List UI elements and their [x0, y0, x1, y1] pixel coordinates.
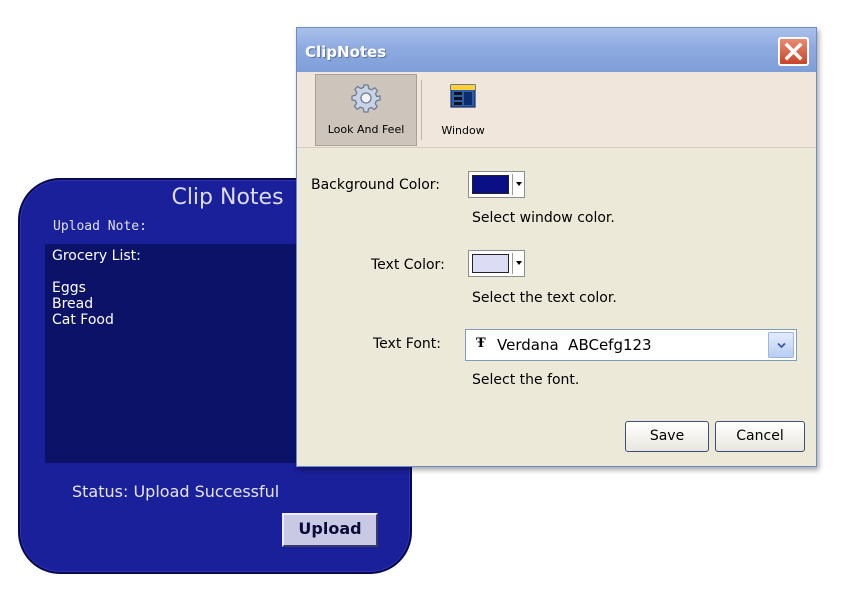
text-color-helper: Select the text color. [472, 290, 617, 306]
dropdown-button[interactable] [768, 332, 794, 358]
cancel-button[interactable]: Cancel [715, 421, 805, 452]
chevron-down-icon [516, 182, 522, 186]
text-color-picker[interactable] [468, 250, 525, 277]
picker-divider [512, 253, 513, 274]
picker-divider [512, 174, 513, 195]
tab-look-and-feel-label: Look And Feel [327, 123, 405, 136]
status-text: Status: Upload Successful [72, 482, 280, 501]
tab-window-label: Window [441, 124, 485, 137]
background-color-label: Background Color: [311, 177, 440, 193]
gear-icon [351, 84, 381, 113]
text-font-helper: Select the font. [472, 372, 580, 388]
text-font-value: Verdana ABCefg123 [497, 336, 652, 354]
tab-separator [421, 80, 422, 140]
background-color-picker[interactable] [468, 171, 525, 198]
text-font-select[interactable]: Ŧ Verdana ABCefg123 [465, 329, 797, 361]
upload-note-label: Upload Note: [53, 219, 147, 234]
chevron-down-icon [516, 261, 522, 265]
title-bar[interactable]: ClipNotes [297, 28, 816, 72]
clipnotes-settings-dialog: ClipNotes Look And Feel Window Backgroun… [296, 27, 817, 467]
dialog-title: ClipNotes [305, 43, 387, 61]
upload-button[interactable]: Upload [282, 513, 378, 547]
text-color-label: Text Color: [371, 257, 445, 273]
chevron-down-icon [777, 342, 786, 349]
close-x-icon [784, 42, 803, 61]
settings-toolbar: Look And Feel Window [297, 72, 816, 148]
tab-look-and-feel[interactable]: Look And Feel [315, 74, 417, 146]
save-button[interactable]: Save [625, 421, 709, 452]
font-icon: Ŧ [476, 336, 486, 351]
tab-window[interactable]: Window [427, 74, 499, 146]
window-icon [450, 84, 476, 108]
background-color-helper: Select window color. [472, 210, 615, 226]
background-color-swatch [472, 175, 509, 194]
text-color-swatch [472, 254, 509, 273]
close-button[interactable] [778, 37, 809, 66]
text-font-label: Text Font: [373, 336, 441, 352]
